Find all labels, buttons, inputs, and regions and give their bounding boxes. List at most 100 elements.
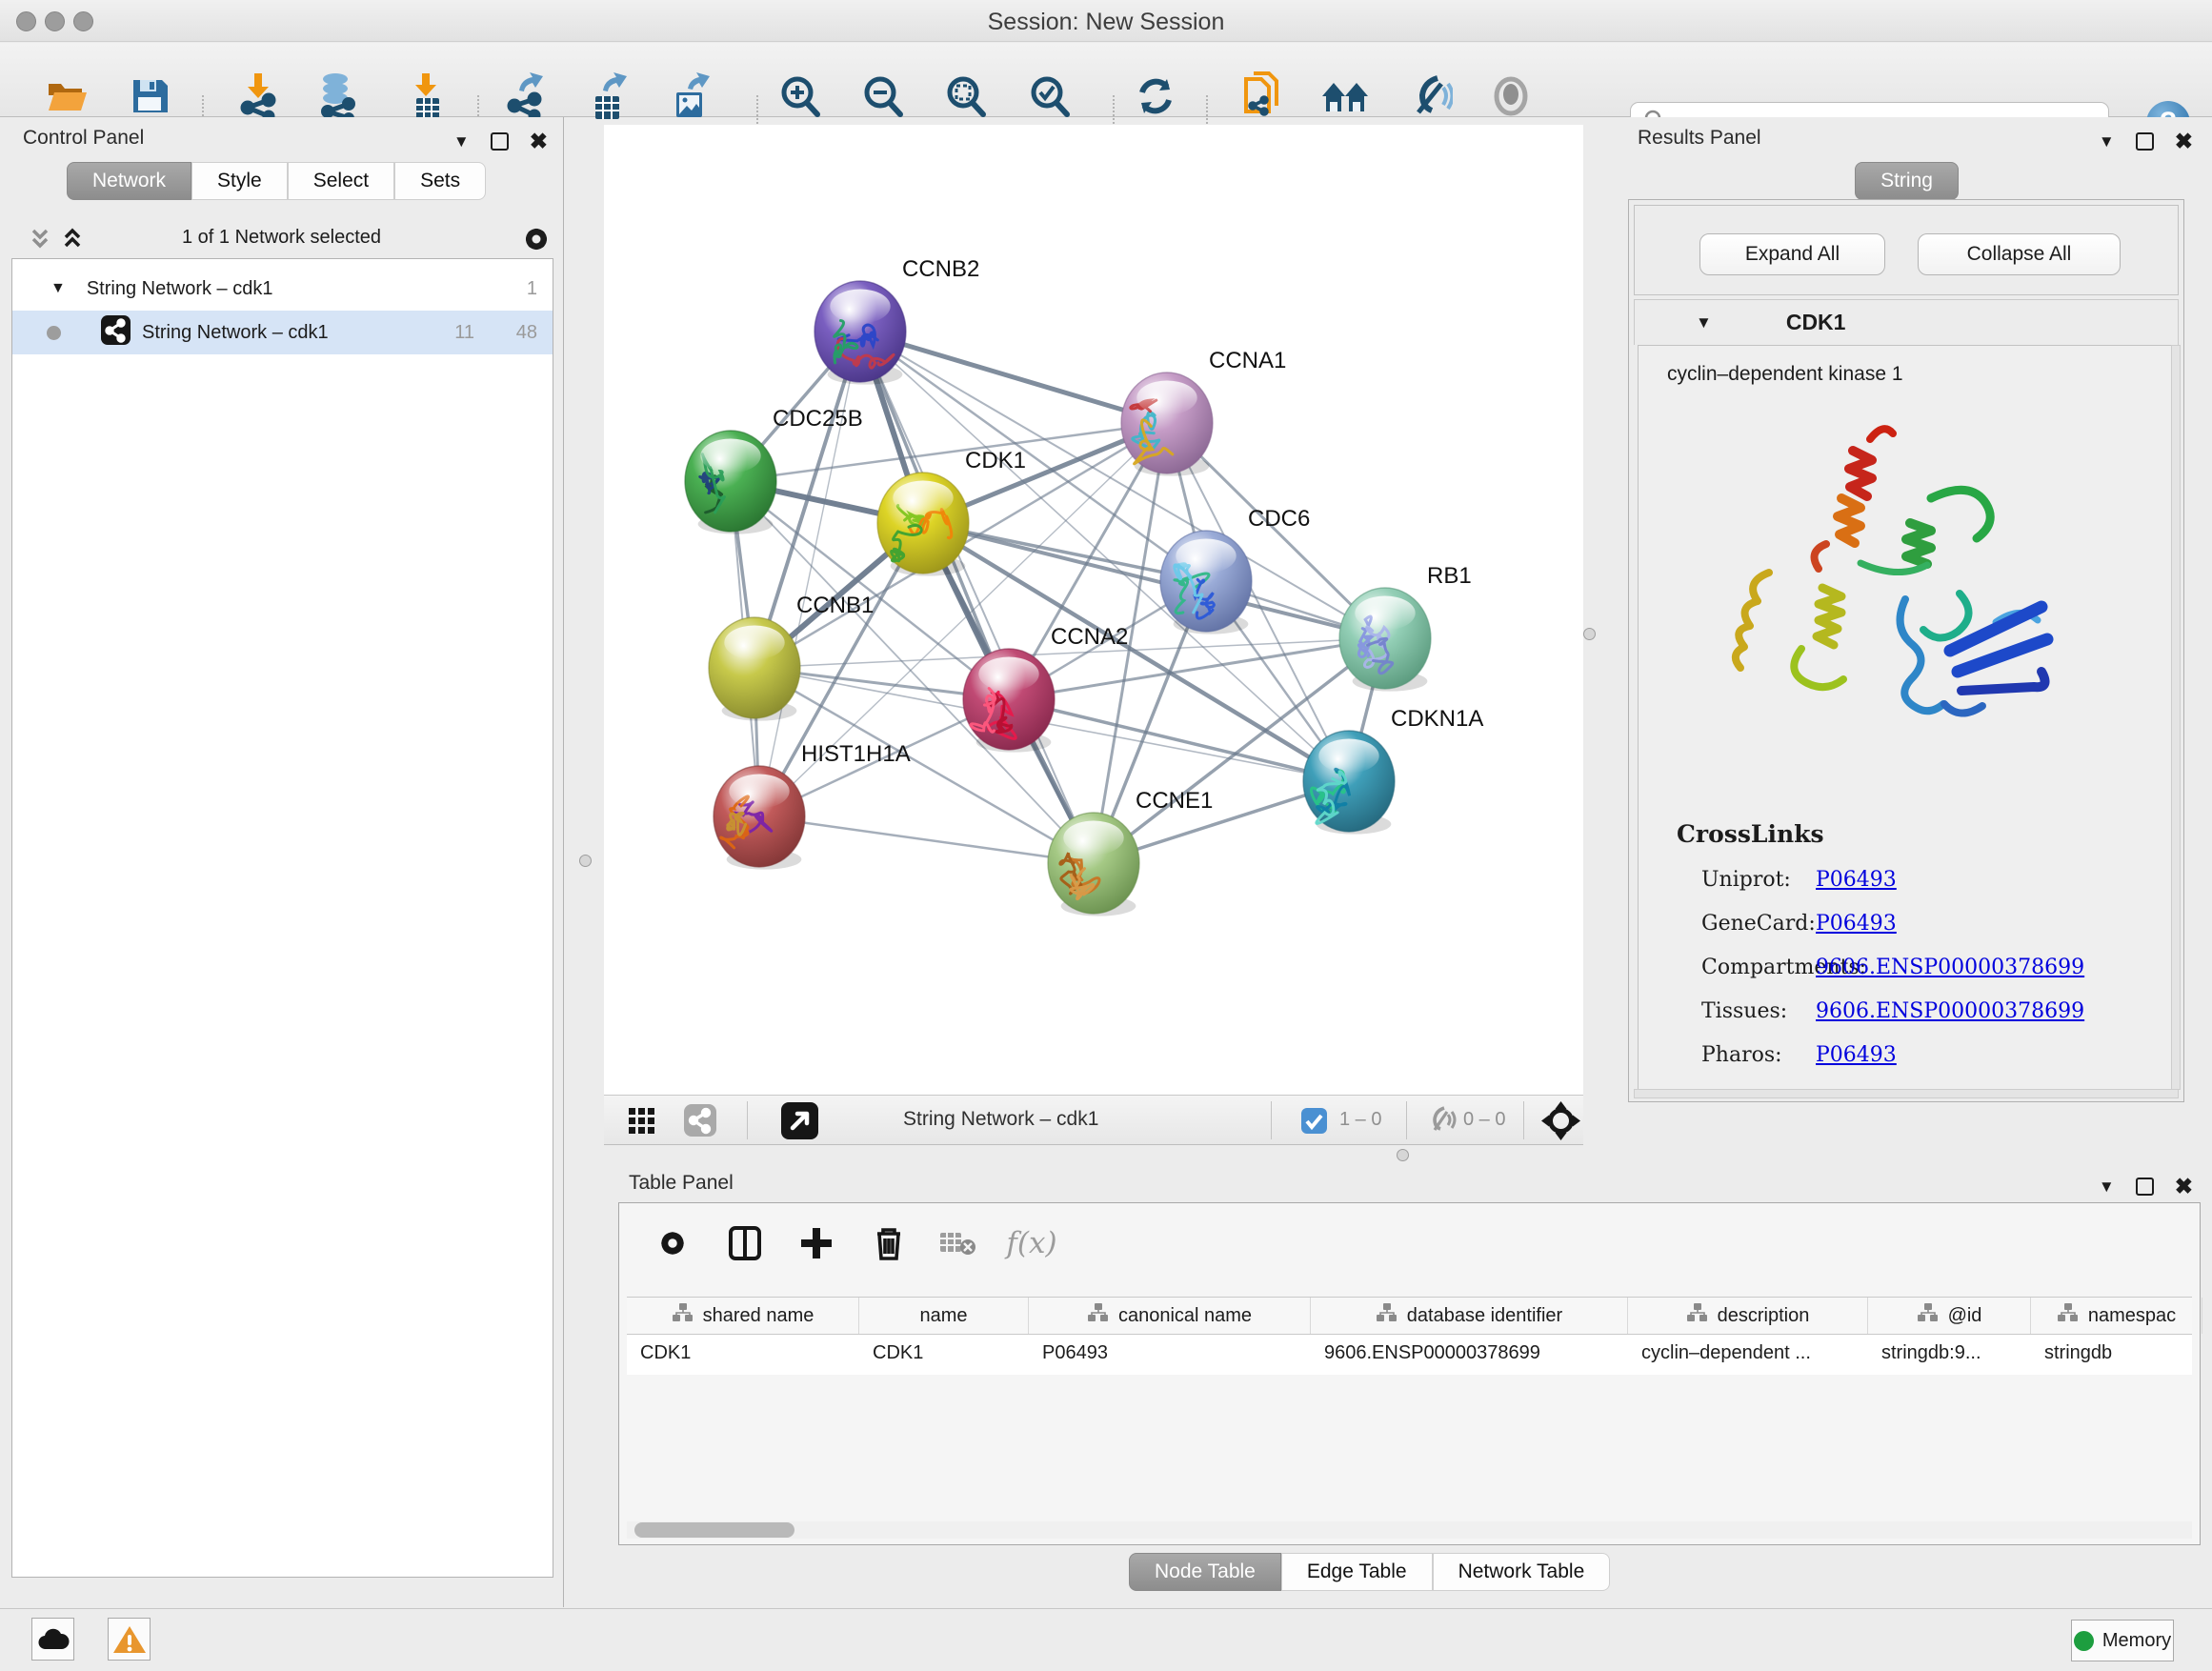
- crosslink-value[interactable]: P06493: [1816, 912, 1897, 936]
- collapse-all-button[interactable]: Collapse All: [1918, 233, 2121, 275]
- memory-button[interactable]: Memory: [2071, 1620, 2174, 1661]
- network-collection-row[interactable]: ▼ String Network – cdk1 1: [12, 267, 553, 311]
- column-header-name[interactable]: name: [859, 1298, 1029, 1334]
- network-canvas[interactable]: CCNB2CCNA1CDC25BCDK1CDC6RB1CCNB1CCNA2CDK…: [604, 125, 1583, 1095]
- tab-edge-table[interactable]: Edge Table: [1281, 1553, 1433, 1591]
- results-horizontal-scrollbar[interactable]: [1634, 1089, 2179, 1098]
- window-title: Session: New Session: [0, 9, 2212, 36]
- crosslink-value[interactable]: P06493: [1816, 1043, 1897, 1067]
- cdk1-section-header[interactable]: ▼ CDK1: [1634, 299, 2179, 345]
- network-node-CCNE1[interactable]: CCNE1: [1048, 788, 1213, 916]
- table-cell[interactable]: cyclin–dependent ...: [1628, 1335, 1868, 1375]
- gear-icon[interactable]: [520, 223, 553, 260]
- panel-float-icon[interactable]: [2136, 132, 2154, 151]
- table-cell[interactable]: 9606.ENSP00000378699: [1311, 1335, 1628, 1375]
- network-node-HIST1H1A[interactable]: HIST1H1A: [714, 741, 911, 870]
- export-table-icon[interactable]: [580, 70, 633, 123]
- tab-style[interactable]: Style: [191, 162, 288, 200]
- refresh-icon[interactable]: [1129, 70, 1182, 123]
- zoom-fit-icon[interactable]: [939, 70, 993, 123]
- node-label-HIST1H1A: HIST1H1A: [801, 741, 911, 767]
- network-node-RB1[interactable]: RB1: [1339, 563, 1472, 692]
- column-header-canonical-name[interactable]: canonical name: [1029, 1298, 1311, 1334]
- collection-label: String Network – cdk1: [87, 278, 273, 300]
- panel-menu-icon[interactable]: ▼: [2099, 1178, 2115, 1197]
- crosshair-move-icon[interactable]: [1541, 1101, 1580, 1145]
- collection-count: 1: [527, 278, 537, 300]
- tab-string[interactable]: String: [1855, 162, 1959, 200]
- left-splitter-handle[interactable]: [579, 855, 592, 867]
- birdseye-view-icon[interactable]: [781, 1102, 818, 1144]
- column-header-description[interactable]: description: [1628, 1298, 1868, 1334]
- import-table-icon[interactable]: [399, 70, 452, 123]
- delete-table-icon[interactable]: [931, 1217, 984, 1270]
- network-node-CDKN1A[interactable]: CDKN1A: [1303, 706, 1483, 835]
- network-graph[interactable]: CCNB2CCNA1CDC25BCDK1CDC6RB1CCNB1CCNA2CDK…: [604, 125, 1583, 1095]
- home-icon[interactable]: [1318, 70, 1372, 123]
- open-folder-icon[interactable]: [40, 70, 93, 123]
- section-collapse-icon[interactable]: ▼: [1696, 313, 1712, 332]
- show-all-icon[interactable]: [1484, 70, 1538, 123]
- tab-node-table[interactable]: Node Table: [1129, 1553, 1281, 1591]
- save-icon[interactable]: [123, 70, 176, 123]
- panel-close-icon[interactable]: ✖: [2175, 1174, 2193, 1199]
- tab-network-table[interactable]: Network Table: [1433, 1553, 1611, 1591]
- network-node-CDK1[interactable]: CDK1: [877, 448, 1026, 576]
- panel-close-icon[interactable]: ✖: [2175, 129, 2193, 154]
- expand-all-button[interactable]: Expand All: [1699, 233, 1885, 275]
- panel-close-icon[interactable]: ✖: [530, 129, 548, 154]
- hidden-eye-icon[interactable]: [1423, 1105, 1458, 1140]
- export-image-icon[interactable]: [663, 70, 716, 123]
- tab-network[interactable]: Network: [67, 162, 191, 200]
- node-label-CDKN1A: CDKN1A: [1391, 706, 1483, 732]
- tree-expand-icon[interactable]: ▼: [50, 280, 66, 297]
- add-column-icon[interactable]: [790, 1217, 843, 1270]
- scrollbar-thumb[interactable]: [634, 1522, 794, 1538]
- import-database-icon[interactable]: [311, 70, 364, 123]
- right-splitter-handle[interactable]: [1583, 628, 1596, 640]
- export-network-icon[interactable]: [498, 70, 552, 123]
- zoom-in-icon[interactable]: [774, 70, 827, 123]
- tab-sets[interactable]: Sets: [394, 162, 486, 200]
- table-cell[interactable]: CDK1: [627, 1335, 859, 1375]
- network-row-selected[interactable]: String Network – cdk1 11 48: [12, 311, 553, 354]
- column-header--id[interactable]: @id: [1868, 1298, 2031, 1334]
- import-network-icon[interactable]: [231, 70, 285, 123]
- column-header-namespac[interactable]: namespac: [2031, 1298, 2202, 1334]
- crosslink-value[interactable]: 9606.ENSP00000378699: [1816, 956, 2084, 979]
- table-row[interactable]: CDK1CDK1P064939606.ENSP00000378699cyclin…: [627, 1335, 2192, 1375]
- network-share-gray-icon[interactable]: [684, 1104, 716, 1141]
- node-label-CCNA2: CCNA2: [1051, 624, 1128, 650]
- grid-view-icon[interactable]: [627, 1106, 657, 1141]
- table-horizontal-scrollbar[interactable]: [627, 1521, 2192, 1539]
- selected-checkbox-icon[interactable]: [1301, 1108, 1327, 1138]
- table-cell[interactable]: CDK1: [859, 1335, 1029, 1375]
- clipboard-network-icon[interactable]: [1234, 70, 1287, 123]
- column-header-database-identifier[interactable]: database identifier: [1311, 1298, 1628, 1334]
- tab-select[interactable]: Select: [288, 162, 394, 200]
- hide-selected-icon[interactable]: [1401, 70, 1455, 123]
- node-label-CDC25B: CDC25B: [773, 406, 863, 432]
- table-gear-icon[interactable]: [646, 1217, 699, 1270]
- crosslink-value[interactable]: 9606.ENSP00000378699: [1816, 999, 2084, 1023]
- crosslink-value[interactable]: P06493: [1816, 868, 1897, 892]
- table-cell[interactable]: stringdb:9...: [1868, 1335, 2031, 1375]
- network-node-CCNA1[interactable]: CCNA1: [1121, 348, 1286, 476]
- cloud-icon: [37, 1628, 70, 1651]
- horizontal-splitter-handle[interactable]: [1397, 1149, 1409, 1161]
- table-cell[interactable]: stringdb: [2031, 1335, 2202, 1375]
- zoom-selected-icon[interactable]: [1023, 70, 1076, 123]
- panel-menu-icon[interactable]: ▼: [453, 132, 470, 151]
- table-cell[interactable]: P06493: [1029, 1335, 1311, 1375]
- table-header-row: shared namenamecanonical namedatabase id…: [627, 1297, 2192, 1335]
- panel-menu-icon[interactable]: ▼: [2099, 132, 2115, 151]
- show-columns-icon[interactable]: [718, 1217, 772, 1270]
- panel-float-icon[interactable]: [2136, 1178, 2154, 1196]
- delete-column-icon[interactable]: [862, 1217, 915, 1270]
- column-header-shared-name[interactable]: shared name: [627, 1298, 859, 1334]
- panel-float-icon[interactable]: [491, 132, 509, 151]
- cloud-button[interactable]: [31, 1618, 74, 1661]
- warning-button[interactable]: [108, 1618, 151, 1661]
- results-vertical-scrollbar[interactable]: [2171, 345, 2181, 1090]
- zoom-out-icon[interactable]: [856, 70, 910, 123]
